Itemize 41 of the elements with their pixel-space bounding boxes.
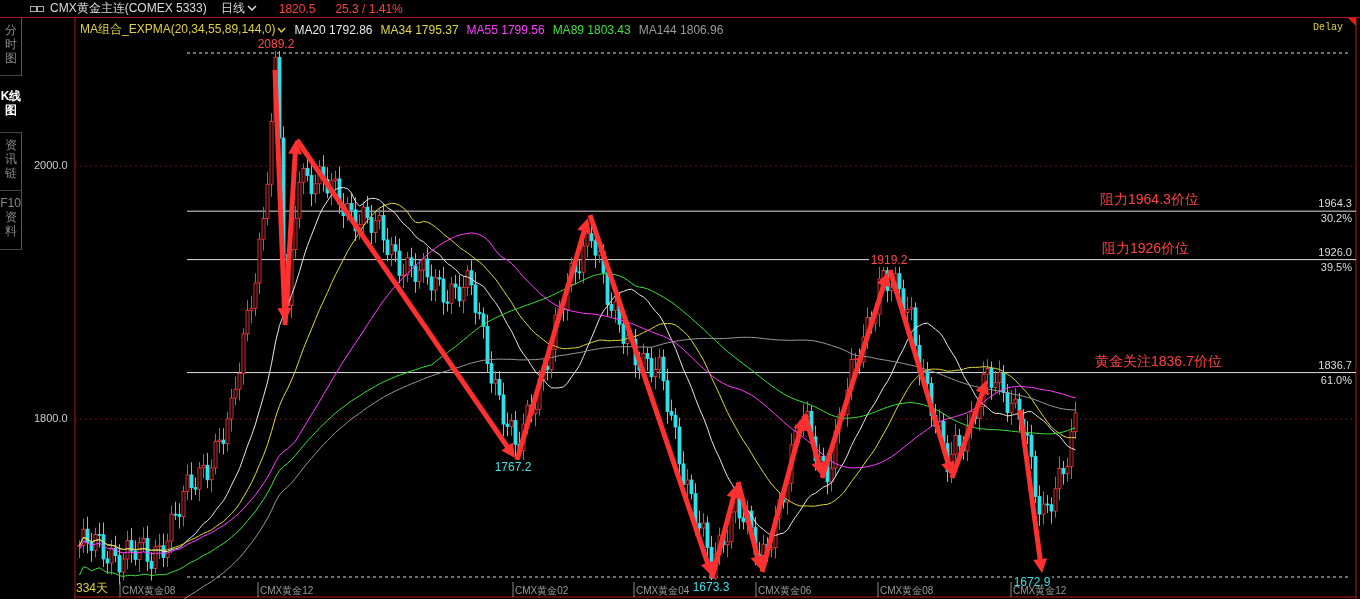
link-icon bbox=[30, 4, 44, 13]
price-change: 25.3 / 1.41% bbox=[335, 1, 403, 16]
price-point-label: 2089.2 bbox=[256, 37, 296, 51]
price-point-label: 1767.2 bbox=[493, 460, 533, 474]
level-note: 黄金关注1836.7价位 bbox=[1095, 352, 1222, 371]
indicator-value: MA20 1792.86 bbox=[294, 22, 373, 37]
period-dropdown[interactable]: 日线 bbox=[220, 0, 257, 17]
indicator-value: MA144 1806.96 bbox=[638, 22, 724, 37]
bar-count: 334天 bbox=[76, 580, 109, 597]
level-price: 1926.0 bbox=[1318, 245, 1352, 258]
last-price: 1820.5 bbox=[278, 1, 316, 16]
indicator-value: MA55 1799.56 bbox=[466, 22, 545, 37]
level-ratio: 61.0% bbox=[1320, 373, 1352, 386]
caret-icon bbox=[246, 5, 257, 12]
corner-flag-icon bbox=[1348, 18, 1356, 26]
axis-label: CMX黄金08 bbox=[880, 584, 934, 598]
level-note: 阻力1964.3价位 bbox=[1100, 191, 1199, 210]
level-ratio: 30.2% bbox=[1320, 212, 1352, 225]
level-price: 1836.7 bbox=[1318, 358, 1352, 371]
side-tab[interactable]: 分时图 bbox=[0, 18, 22, 77]
side-tab[interactable]: 资讯链 bbox=[0, 133, 22, 192]
axis-label: CMX黄金04 bbox=[636, 584, 690, 598]
level-note: 阻力1926价位 bbox=[1102, 239, 1190, 258]
axis-label: CMX黄金02 bbox=[515, 584, 569, 598]
side-tab[interactable]: F10资料 bbox=[0, 191, 22, 250]
caret-icon bbox=[277, 26, 287, 33]
axis-label: 2000.0 bbox=[34, 159, 68, 171]
axis-label: 1800.0 bbox=[34, 412, 68, 424]
level-ratio: 39.5% bbox=[1320, 260, 1352, 273]
delay-status: Delay bbox=[1313, 22, 1343, 33]
indicator-value: MA34 1795.37 bbox=[380, 22, 459, 37]
axis-label: CMX黄金06 bbox=[758, 584, 812, 598]
symbol-name: CMX黄金主连(COMEX 5333) bbox=[50, 0, 207, 17]
price-point-label: 1673.3 bbox=[691, 580, 731, 594]
level-price: 1964.3 bbox=[1318, 197, 1352, 210]
indicator-name: MA组合_EXPMA(20,34,55,89,144,0) bbox=[80, 21, 276, 38]
side-tab[interactable]: K线图 bbox=[0, 76, 22, 133]
price-point-label: 1919.2 bbox=[869, 253, 909, 267]
axis-label: CMX黄金12 bbox=[260, 584, 314, 598]
indicator-value: MA89 1803.43 bbox=[552, 22, 631, 37]
axis-label: CMX黄金08 bbox=[122, 584, 176, 598]
